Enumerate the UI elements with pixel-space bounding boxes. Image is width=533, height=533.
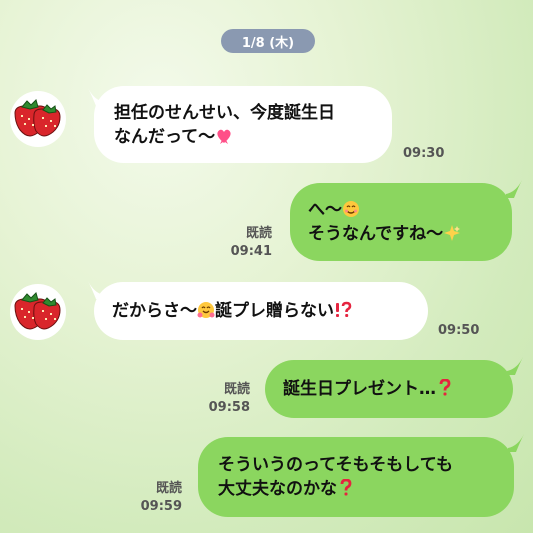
- avatar[interactable]: [10, 284, 66, 340]
- message-line: 担任のせんせい、今度誕生日: [114, 102, 335, 123]
- message-line: へ〜: [308, 200, 342, 220]
- heart-ribbon-icon: [217, 129, 231, 144]
- message-line: そうなんですね〜: [308, 224, 444, 244]
- smile-face-icon: [343, 201, 359, 217]
- strawberry-avatar-icon: [14, 292, 61, 330]
- date-separator: 1/8 (木): [221, 29, 315, 53]
- message-line: なんだって〜: [114, 126, 216, 147]
- sparkle-icon: [444, 225, 461, 241]
- read-label: 既読: [245, 226, 272, 241]
- message-bubble[interactable]: 誕生日プレゼント…: [265, 360, 513, 418]
- bubble-tail: [506, 180, 522, 198]
- message-time: 09:50: [438, 323, 480, 338]
- strawberry-avatar-icon: [14, 99, 61, 137]
- exclamation-question-icon: [336, 301, 352, 317]
- read-status: 既読 09:59: [140, 480, 182, 516]
- bubble-tail: [507, 357, 523, 375]
- message-line: 誕プレ贈らない: [215, 301, 334, 321]
- message-time: 09:59: [140, 499, 182, 514]
- chat-screen: 1/8 (木) 担任のせんせい、今度誕生日 なんだって〜 09:30 既読 09…: [0, 0, 533, 533]
- bubble-tail: [508, 434, 524, 452]
- message-bubble[interactable]: 担任のせんせい、今度誕生日 なんだって〜: [94, 86, 392, 163]
- question-icon: [340, 479, 352, 496]
- message-bubble[interactable]: だからさ〜 誕プレ贈らない: [94, 282, 428, 340]
- avatar[interactable]: [10, 91, 66, 147]
- date-label: 1/8 (木): [241, 35, 295, 51]
- hug-face-icon: [197, 302, 215, 318]
- read-status: 既読 09:41: [230, 225, 272, 261]
- message-time: 09:41: [230, 244, 272, 259]
- message-bubble[interactable]: へ〜 そうなんですね〜: [290, 183, 512, 261]
- read-label: 既読: [223, 382, 250, 397]
- message-line: 誕生日プレゼント…: [283, 379, 436, 399]
- message-time: 09:30: [403, 146, 445, 161]
- question-icon: [439, 379, 451, 396]
- message-bubble[interactable]: そういうのってそもそもしても 大丈夫なのかな: [198, 437, 514, 517]
- read-label: 既読: [155, 481, 182, 496]
- read-status: 既読 09:58: [208, 381, 250, 417]
- message-line: そういうのってそもそもしても: [218, 455, 453, 475]
- message-line: 大丈夫なのかな: [218, 479, 337, 499]
- message-time: 09:58: [208, 400, 250, 415]
- message-line: だからさ〜: [112, 301, 197, 321]
